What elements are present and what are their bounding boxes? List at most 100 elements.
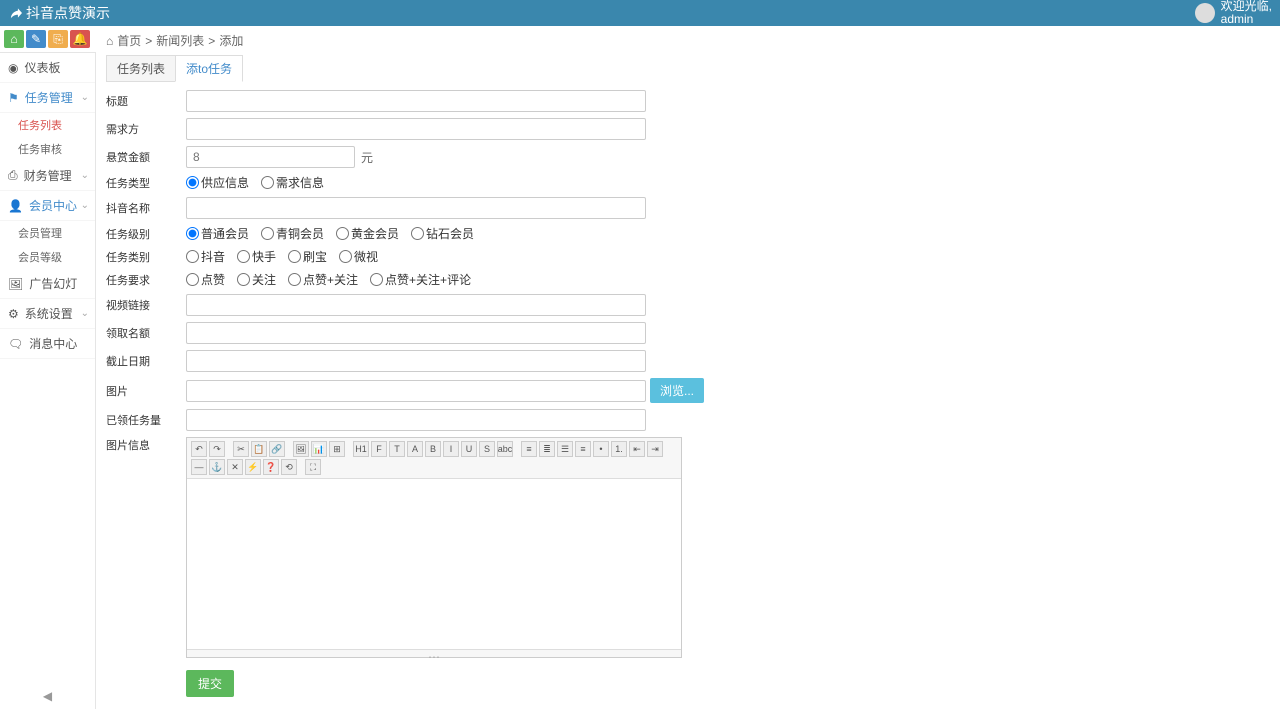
radio-demand[interactable]: 需求信息 — [261, 174, 324, 191]
chevron-down-icon: ⌄ — [81, 308, 89, 319]
sidebar-sub-task-audit[interactable]: 任务审核 — [0, 137, 95, 161]
sidebar-item-label: 广告幻灯 — [29, 275, 77, 292]
editor-tool[interactable]: A — [407, 441, 423, 457]
category-radios: 抖音 快手 刷宝 微视 — [186, 248, 378, 265]
editor-tool[interactable]: T — [389, 441, 405, 457]
crumb-list[interactable]: 新闻列表 — [156, 32, 204, 49]
sidebar-sub-member-manage[interactable]: 会员管理 — [0, 221, 95, 245]
user-icon: 👤 — [8, 199, 23, 213]
editor-tool[interactable]: ≣ — [539, 441, 555, 457]
crumb-sep: > — [145, 34, 152, 48]
title-input[interactable] — [186, 90, 646, 112]
editor-tool[interactable]: ≡ — [575, 441, 591, 457]
editor-tool[interactable]: I — [443, 441, 459, 457]
label-title: 标题 — [106, 93, 186, 109]
label-deadline: 截止日期 — [106, 353, 186, 369]
sidebar-sub-task-list[interactable]: 任务列表 — [0, 113, 95, 137]
quota-input[interactable] — [186, 322, 646, 344]
editor-tool[interactable]: 🖼 — [293, 441, 309, 457]
sidebar-item-tasks[interactable]: ⚑ 任务管理 ⌄ — [0, 83, 95, 113]
editor-tool[interactable]: ⚓ — [209, 459, 225, 475]
editor-tool[interactable]: ⇥ — [647, 441, 663, 457]
sidebar-collapse[interactable]: ◀ — [0, 683, 95, 709]
gear-icon: ⚙ — [8, 307, 19, 321]
radio-supply[interactable]: 供应信息 — [186, 174, 249, 191]
editor-tool[interactable]: ↷ — [209, 441, 225, 457]
browse-button[interactable]: 浏览... — [650, 378, 704, 403]
editor-body[interactable] — [187, 479, 681, 649]
home-button[interactable]: ⌂ — [4, 30, 24, 48]
print-icon: ⎙ — [8, 168, 18, 183]
editor-tool[interactable]: ☰ — [557, 441, 573, 457]
radio-normal[interactable]: 普通会员 — [186, 225, 249, 242]
editor-tool[interactable]: H1 — [353, 441, 369, 457]
radio-bronze[interactable]: 青铜会员 — [261, 225, 324, 242]
radio-follow[interactable]: 关注 — [237, 271, 276, 288]
reward-input[interactable] — [186, 146, 355, 168]
level-radios: 普通会员 青铜会员 黄金会员 钻石会员 — [186, 225, 474, 242]
radio-like-follow-comment[interactable]: 点赞+关注+评论 — [370, 271, 471, 288]
tab-task-list[interactable]: 任务列表 — [106, 55, 176, 82]
leaf-icon — [8, 6, 22, 20]
pic-input[interactable] — [186, 380, 646, 402]
done-input[interactable] — [186, 409, 646, 431]
bell-button[interactable]: 🔔 — [70, 30, 90, 48]
sidebar-item-finance[interactable]: ⎙ 财务管理 ⌄ — [0, 161, 95, 191]
sidebar-item-messages[interactable]: 🗨 消息中心 — [0, 329, 95, 359]
radio-kuaishou[interactable]: 快手 — [237, 248, 276, 265]
sidebar-list: ◉ 仪表板 ⚑ 任务管理 ⌄ 任务列表 任务审核 ⎙ 财务管理 ⌄ 👤 会员中心… — [0, 53, 95, 683]
sidebar-item-system[interactable]: ⚙ 系统设置 ⌄ — [0, 299, 95, 329]
editor-tool[interactable]: B — [425, 441, 441, 457]
editor-tool[interactable]: ✂ — [233, 441, 249, 457]
label-picinfo: 图片信息 — [106, 437, 186, 453]
crumb-home[interactable]: 首页 — [117, 32, 141, 49]
editor-tool[interactable]: ⇤ — [629, 441, 645, 457]
sidebar-item-label: 系统设置 — [25, 305, 73, 322]
editor-tool[interactable]: ↶ — [191, 441, 207, 457]
edit-button[interactable]: ✎ — [26, 30, 46, 48]
sidebar-item-dashboard[interactable]: ◉ 仪表板 — [0, 53, 95, 83]
editor-tool[interactable]: S — [479, 441, 495, 457]
editor-tool[interactable]: — — [191, 459, 207, 475]
editor-tool[interactable]: abc — [497, 441, 513, 457]
deadline-input[interactable] — [186, 350, 646, 372]
editor-tool[interactable]: ✕ — [227, 459, 243, 475]
radio-douyin[interactable]: 抖音 — [186, 248, 225, 265]
sidebar-item-members[interactable]: 👤 会员中心 ⌄ — [0, 191, 95, 221]
label-requester: 需求方 — [106, 121, 186, 137]
editor-tool[interactable]: U — [461, 441, 477, 457]
label-pic: 图片 — [106, 383, 186, 399]
requester-input[interactable] — [186, 118, 646, 140]
editor-tool[interactable]: F — [371, 441, 387, 457]
radio-gold[interactable]: 黄金会员 — [336, 225, 399, 242]
label-tasktype: 任务类型 — [106, 175, 186, 191]
dyname-input[interactable] — [186, 197, 646, 219]
user-area[interactable]: 欢迎光临, admin — [1195, 0, 1272, 26]
dashboard-icon: ◉ — [8, 61, 18, 75]
crumb-add: 添加 — [219, 32, 243, 49]
editor-tool[interactable]: 📊 — [311, 441, 327, 457]
app-title: 抖音点赞演示 — [26, 3, 110, 23]
video-input[interactable] — [186, 294, 646, 316]
radio-shuabao[interactable]: 刷宝 — [288, 248, 327, 265]
editor-tool[interactable]: ⊞ — [329, 441, 345, 457]
tab-add-task[interactable]: 添to任务 — [175, 55, 243, 82]
editor-resize[interactable]: ⋯ — [187, 649, 681, 657]
editor-tool[interactable]: 🔗 — [269, 441, 285, 457]
radio-like-follow[interactable]: 点赞+关注 — [288, 271, 358, 288]
editor-tool[interactable]: 1. — [611, 441, 627, 457]
editor-tool[interactable]: 📋 — [251, 441, 267, 457]
editor-tool[interactable]: ≡ — [521, 441, 537, 457]
radio-diamond[interactable]: 钻石会员 — [411, 225, 474, 242]
copy-button[interactable]: ⎘ — [48, 30, 68, 48]
editor-tool[interactable]: ⟲ — [281, 459, 297, 475]
editor-tool[interactable]: • — [593, 441, 609, 457]
editor-tool[interactable]: ❓ — [263, 459, 279, 475]
radio-weishi[interactable]: 微视 — [339, 248, 378, 265]
editor-tool[interactable]: ⛶ — [305, 459, 321, 475]
sidebar-item-ads[interactable]: 🖼 广告幻灯 — [0, 269, 95, 299]
submit-button[interactable]: 提交 — [186, 670, 234, 697]
editor-tool[interactable]: ⚡ — [245, 459, 261, 475]
radio-like[interactable]: 点赞 — [186, 271, 225, 288]
sidebar-sub-member-level[interactable]: 会员等级 — [0, 245, 95, 269]
